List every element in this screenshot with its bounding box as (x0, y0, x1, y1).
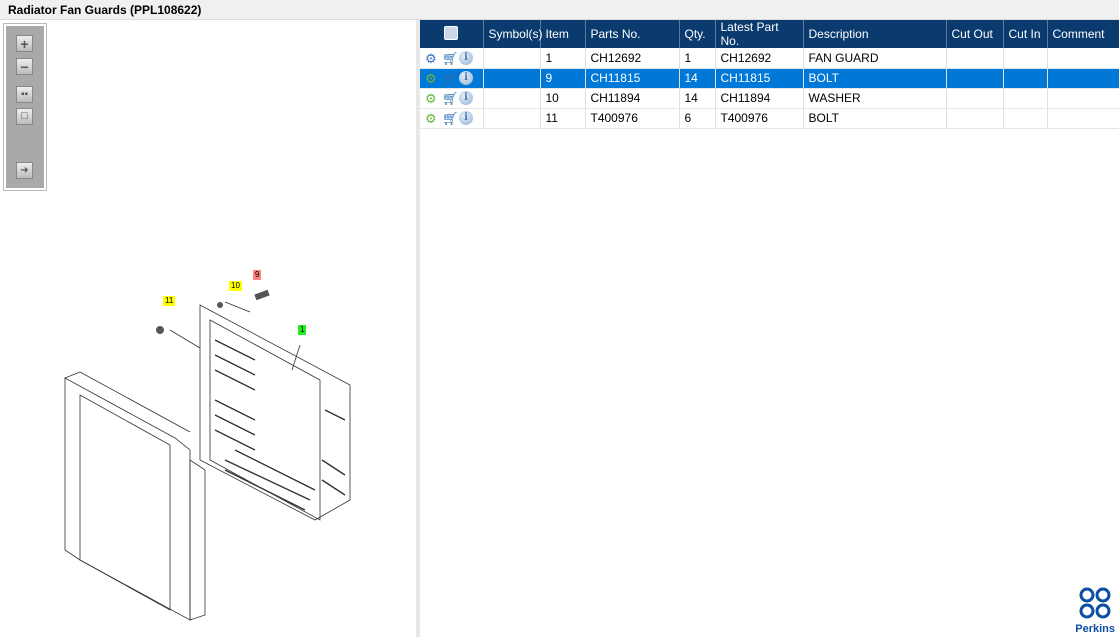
cell-symbols (483, 48, 541, 69)
cell-parts-no: CH11894 (585, 88, 680, 109)
table-row[interactable]: ⚙ 🛒︎ i 11 T400976 6 T400976 BOLT (420, 108, 1119, 129)
cell-item: 1 (540, 48, 586, 69)
parts-table: Symbol(s) Item Parts No. Qty. Latest Par… (420, 20, 1119, 129)
cart-icon[interactable]: 🛒︎ (442, 71, 459, 86)
callout-9[interactable]: 9 (253, 270, 262, 280)
search-list-icon (444, 25, 459, 40)
cell-parts-no: T400976 (585, 108, 680, 129)
table-row[interactable]: ⚙ 🛒︎ i 10 CH11894 14 CH11894 WASHER (420, 88, 1119, 109)
callout-11[interactable]: 11 (163, 296, 176, 306)
column-header-latest-part-no[interactable]: Latest Part No. (715, 20, 804, 48)
cell-cut-out (946, 108, 1004, 129)
cell-cut-out (946, 88, 1004, 109)
cell-symbols (483, 68, 541, 89)
cell-description: WASHER (803, 88, 947, 109)
cell-item: 11 (540, 108, 586, 129)
diagram-pane[interactable]: + − ▪▪ □ ➜ 11 10 9 1 (0, 20, 416, 637)
column-header-comment[interactable]: Comment (1047, 20, 1119, 48)
row-actions: ⚙ 🛒︎ i (420, 48, 484, 69)
cell-comment (1047, 88, 1119, 109)
gear-icon[interactable]: ⚙ (425, 91, 439, 106)
info-icon[interactable]: i (459, 71, 473, 85)
info-icon[interactable]: i (459, 111, 473, 125)
table-row[interactable]: ⚙ 🛒︎ i 9 CH11815 14 CH11815 BOLT (420, 68, 1119, 89)
cell-cut-out (946, 48, 1004, 69)
info-icon[interactable]: i (459, 50, 473, 65)
perkins-emblem-icon (1079, 587, 1111, 619)
cell-latest-part-no: CH12692 (715, 48, 804, 69)
cell-description: BOLT (803, 68, 947, 89)
row-actions: ⚙ 🛒︎ i (420, 108, 484, 129)
column-header-qty[interactable]: Qty. (679, 20, 716, 48)
cell-item: 9 (540, 68, 586, 89)
column-header-description[interactable]: Description (803, 20, 947, 48)
column-header-item[interactable]: Item (540, 20, 586, 48)
gear-icon[interactable]: ⚙ (425, 111, 439, 126)
cell-item: 10 (540, 88, 586, 109)
perkins-logo: Perkins (1075, 586, 1115, 635)
cart-icon[interactable]: 🛒︎ (442, 91, 459, 106)
row-actions: ⚙ 🛒︎ i (420, 68, 484, 89)
cell-latest-part-no: CH11815 (715, 68, 804, 89)
cell-qty: 1 (679, 48, 716, 69)
cell-qty: 6 (679, 108, 716, 129)
cell-parts-no: CH12692 (585, 48, 680, 69)
cell-comment (1047, 68, 1119, 89)
column-header-search[interactable] (420, 20, 484, 48)
exploded-parts-drawing (64, 289, 351, 621)
column-header-symbols[interactable]: Symbol(s) (483, 20, 543, 48)
logo-text: Perkins (1075, 623, 1115, 635)
parts-list-pane: Symbol(s) Item Parts No. Qty. Latest Par… (420, 20, 1119, 637)
info-icon[interactable]: i (459, 91, 473, 105)
cell-cut-in (1003, 88, 1048, 109)
cell-parts-no: CH11815 (585, 68, 680, 89)
row-actions: ⚙ 🛒︎ i (420, 88, 484, 109)
cell-description: BOLT (803, 108, 947, 129)
callout-10[interactable]: 10 (229, 281, 242, 291)
cart-icon[interactable]: 🛒︎ (442, 51, 459, 66)
cell-comment (1047, 48, 1119, 69)
gear-icon[interactable]: ⚙ (425, 71, 439, 86)
cell-symbols (483, 88, 541, 109)
cell-cut-in (1003, 68, 1048, 89)
column-header-cut-out[interactable]: Cut Out (946, 20, 1004, 48)
cell-cut-in (1003, 108, 1048, 129)
window-title: Radiator Fan Guards (PPL108622) (0, 0, 1119, 20)
cell-latest-part-no: CH11894 (715, 88, 804, 109)
cell-description: FAN GUARD (803, 48, 947, 69)
cell-cut-out (946, 68, 1004, 89)
column-header-cut-in[interactable]: Cut In (1003, 20, 1048, 48)
cell-cut-in (1003, 48, 1048, 69)
column-header-parts-no[interactable]: Parts No. (585, 20, 680, 48)
gears-icon[interactable]: ⚙ (425, 51, 439, 66)
cell-latest-part-no: T400976 (715, 108, 804, 129)
cell-qty: 14 (679, 68, 716, 89)
callout-1[interactable]: 1 (298, 325, 307, 335)
cell-qty: 14 (679, 88, 716, 109)
table-row[interactable]: ⚙ 🛒︎ i 1 CH12692 1 CH12692 FAN GUARD (420, 48, 1119, 69)
cell-comment (1047, 108, 1119, 129)
cell-symbols (483, 108, 541, 129)
cart-icon[interactable]: 🛒︎ (442, 111, 459, 126)
